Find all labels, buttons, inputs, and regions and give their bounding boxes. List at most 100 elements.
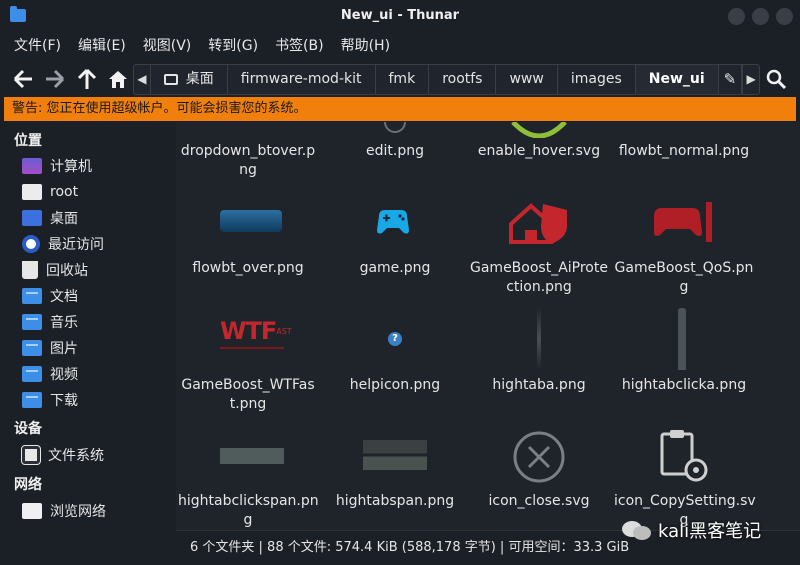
- crumb-rootfs[interactable]: rootfs: [429, 65, 497, 94]
- sidebar-item-label: 回收站: [46, 263, 88, 279]
- flowbt-over-thumbnail: [220, 210, 282, 232]
- sidebar-item-computer[interactable]: 计算机: [22, 155, 92, 177]
- menu-bookmarks[interactable]: 书签(B): [275, 32, 324, 60]
- menu-edit[interactable]: 编辑(E): [78, 32, 126, 60]
- file-item[interactable]: icon_CopySetting.sv g: [614, 424, 756, 530]
- file-item[interactable]: GameBoost_AiProte ction.png: [469, 192, 609, 302]
- home-folder-icon: [22, 184, 42, 200]
- sidebar-item-desktop[interactable]: 桌面: [22, 207, 78, 229]
- sidebar-item-filesystem[interactable]: 文件系统: [21, 444, 104, 466]
- crumb-desktop[interactable]: 桌面: [151, 65, 228, 94]
- file-item[interactable]: WTFAST GameBoost_WTFas t.png: [178, 308, 318, 418]
- file-name: enable_hover.svg: [477, 143, 601, 159]
- file-name: hightabclickspan.pn g: [178, 493, 319, 528]
- sidebar-item-label: 文件系统: [48, 448, 104, 464]
- network-icon: [22, 503, 42, 519]
- sidebar-item-browse-network[interactable]: 浏览网络: [22, 500, 106, 522]
- edit-location-icon[interactable]: ✎: [719, 65, 743, 94]
- sidebar: 位置 计算机 root 桌面 最近访问 回收站 文档 音乐 图片 视频 下载 设…: [0, 122, 176, 565]
- toolbar: ◀ 桌面 firmware-mod-kit fmk rootfs www ima…: [0, 62, 800, 96]
- file-item[interactable]: icon_close.svg: [469, 424, 609, 530]
- crumb-firmware-mod-kit[interactable]: firmware-mod-kit: [228, 65, 376, 94]
- gamepad-icon: [377, 210, 409, 234]
- computer-icon: [22, 158, 42, 174]
- ai-protection-icon: [509, 203, 567, 244]
- wtfast-logo: WTFAST: [220, 319, 292, 358]
- sidebar-item-downloads[interactable]: 下载: [22, 389, 78, 411]
- sidebar-section-network: 网络: [14, 477, 42, 493]
- file-item[interactable]: flowbt_normal.png: [614, 122, 754, 182]
- file-name: GameBoost_AiProte ction.png: [470, 260, 608, 295]
- file-item[interactable]: hightabclicka.png: [614, 308, 754, 418]
- sidebar-item-videos[interactable]: 视频: [22, 363, 78, 385]
- file-item[interactable]: hightaba.png: [469, 308, 609, 418]
- sidebar-item-label: 桌面: [50, 211, 78, 227]
- forward-arrow-icon[interactable]: [44, 68, 66, 90]
- file-item[interactable]: edit.png: [325, 122, 465, 182]
- file-item[interactable]: GameBoost_QoS.pn g: [614, 192, 754, 302]
- path-scroll-right-icon[interactable]: ▶: [742, 65, 759, 94]
- file-name: dropdown_btover.p ng: [180, 143, 316, 178]
- music-folder-icon: [22, 314, 42, 330]
- sidebar-item-trash[interactable]: 回收站: [22, 259, 88, 281]
- file-item[interactable]: ? helpicon.png: [325, 308, 465, 418]
- sidebar-section-devices: 设备: [14, 421, 42, 437]
- file-icon-view[interactable]: dropdown_btover.p ng edit.png enable_hove…: [176, 122, 800, 530]
- file-item[interactable]: flowbt_over.png: [178, 192, 318, 302]
- crumb-www[interactable]: www: [496, 65, 558, 94]
- pictures-folder-icon: [22, 340, 42, 356]
- sidebar-item-root[interactable]: root: [22, 181, 78, 203]
- menu-help[interactable]: 帮助(H): [341, 32, 390, 60]
- file-name: helpicon.png: [349, 377, 441, 393]
- menu-go[interactable]: 转到(G): [208, 32, 258, 60]
- file-name: GameBoost_WTFas t.png: [181, 377, 315, 412]
- menu-file[interactable]: 文件(F): [14, 32, 61, 60]
- file-item[interactable]: hightabspan.png: [325, 424, 465, 530]
- sidebar-item-label: 文档: [50, 289, 78, 305]
- menu-view[interactable]: 视图(V): [143, 32, 192, 60]
- qos-gamepad-icon: [654, 202, 712, 242]
- documents-folder-icon: [22, 288, 42, 304]
- sidebar-item-pictures[interactable]: 图片: [22, 337, 78, 359]
- minimize-button[interactable]: [728, 8, 745, 25]
- maximize-button[interactable]: [752, 8, 769, 25]
- drive-icon: [21, 445, 41, 465]
- file-name: hightaba.png: [492, 377, 586, 393]
- file-item[interactable]: game.png: [325, 192, 465, 302]
- path-scroll-left-icon[interactable]: ◀: [134, 65, 151, 94]
- sidebar-section-places: 位置: [14, 133, 42, 149]
- sidebar-item-music[interactable]: 音乐: [22, 311, 78, 333]
- up-arrow-icon[interactable]: [76, 68, 98, 90]
- file-name: edit.png: [366, 143, 424, 159]
- crumb-new-ui[interactable]: New_ui: [635, 65, 719, 94]
- enable-hover-icon: [511, 122, 567, 138]
- hightabspan-thumbnail: [363, 440, 427, 470]
- crumb-fmk[interactable]: fmk: [376, 65, 430, 94]
- sidebar-item-label: 浏览网络: [50, 504, 106, 520]
- title-bar: New_ui - Thunar: [0, 0, 800, 32]
- copy-setting-icon: [660, 430, 708, 482]
- sidebar-item-recent[interactable]: 最近访问: [22, 233, 104, 255]
- file-name: GameBoost_QoS.pn g: [614, 260, 754, 295]
- wechat-icon: [622, 519, 652, 541]
- file-name: flowbt_over.png: [192, 260, 304, 276]
- search-icon[interactable]: [765, 68, 787, 90]
- watermark-text: kali黑客笔记: [658, 521, 762, 542]
- drive-icon: [163, 74, 178, 85]
- close-button[interactable]: [776, 8, 793, 25]
- file-item[interactable]: hightabclickspan.pn g: [178, 424, 319, 530]
- sidebar-item-label: 计算机: [50, 159, 92, 175]
- desktop-icon: [22, 210, 42, 226]
- back-arrow-icon[interactable]: [12, 68, 34, 90]
- file-item[interactable]: dropdown_btover.p ng: [178, 122, 318, 182]
- hightabclicka-thumbnail: [678, 308, 686, 370]
- file-item[interactable]: enable_hover.svg: [469, 122, 609, 182]
- sidebar-item-label: 音乐: [50, 315, 78, 331]
- home-icon[interactable]: [107, 68, 129, 90]
- hightaba-thumbnail: [537, 308, 541, 370]
- menu-bar: 文件(F) 编辑(E) 视图(V) 转到(G) 书签(B) 帮助(H): [0, 32, 800, 60]
- sidebar-item-label: 最近访问: [48, 237, 104, 253]
- sidebar-item-documents[interactable]: 文档: [22, 285, 78, 307]
- sidebar-item-label: 图片: [50, 341, 78, 357]
- crumb-images[interactable]: images: [558, 65, 636, 94]
